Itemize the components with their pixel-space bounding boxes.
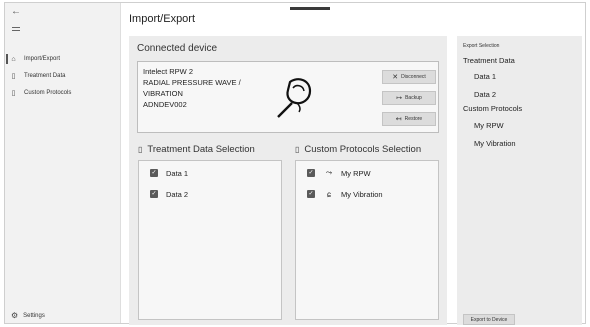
checkbox[interactable]: ✓ bbox=[307, 190, 315, 198]
page-title: Import/Export bbox=[129, 13, 196, 25]
treatment-selection-header: ▯ Treatment Data Selection bbox=[138, 144, 255, 155]
treatment-item-data-1[interactable]: ✓ Data 1 bbox=[150, 167, 188, 179]
checkbox[interactable]: ✓ bbox=[150, 169, 158, 177]
gear-icon: ⚙ bbox=[11, 311, 19, 320]
checkbox[interactable]: ✓ bbox=[307, 169, 315, 177]
export-treatment-item: Data 1 bbox=[474, 72, 497, 81]
device-type-line-2: VIBRATION bbox=[143, 89, 183, 98]
nav-item-label: Treatment Data bbox=[24, 73, 66, 79]
protocol-icon: ▯ bbox=[295, 145, 300, 154]
export-protocol-item: My Vibration bbox=[474, 139, 516, 148]
export-treatment-item: Data 2 bbox=[474, 90, 497, 99]
protocol-item-label: My RPW bbox=[341, 168, 371, 178]
title-bar-handle bbox=[290, 7, 330, 10]
nav-item-import-export[interactable]: ⌂ Import/Export bbox=[5, 52, 61, 66]
protocol-item-label: My Vibration bbox=[341, 189, 383, 199]
home-icon: ⌂ bbox=[11, 55, 16, 63]
device-name: Intelect RPW 2 bbox=[143, 67, 194, 76]
arrow-left-icon[interactable]: ← bbox=[11, 6, 21, 17]
nav-item-custom-protocols[interactable]: ▯ Custom Protocols bbox=[9, 86, 72, 100]
export-protocol-item: My RPW bbox=[474, 121, 504, 130]
protocols-selection-title: Custom Protocols Selection bbox=[304, 144, 422, 155]
treatment-item-data-2[interactable]: ✓ Data 2 bbox=[150, 188, 188, 200]
app-window: ← ⌂ Import/Export ▯ Treatment Data ▯ Cus… bbox=[4, 2, 586, 325]
treatment-selection-list: ✓ Data 1 ✓ Data 2 bbox=[138, 160, 282, 320]
arrow-left-from-bar-icon: ↤ bbox=[395, 116, 402, 123]
export-selection-caption: Export Selection bbox=[463, 43, 500, 49]
checkbox[interactable]: ✓ bbox=[150, 190, 158, 198]
treatment-selection-title: Treatment Data Selection bbox=[147, 144, 255, 155]
document-icon: ▯ bbox=[11, 73, 16, 80]
close-icon: ✕ bbox=[392, 74, 399, 81]
nav-item-settings[interactable]: ⚙ Settings bbox=[11, 311, 45, 320]
restore-button[interactable]: ↤ Restore bbox=[382, 112, 436, 126]
document-icon: ▯ bbox=[138, 145, 143, 154]
nav-item-label: Custom Protocols bbox=[24, 90, 72, 96]
treatment-item-label: Data 1 bbox=[166, 168, 189, 178]
rpw-applicator-icon: ⤳ bbox=[325, 168, 333, 177]
device-info: Intelect RPW 2 RADIAL PRESSURE WAVE / VI… bbox=[143, 66, 241, 110]
export-to-device-button[interactable]: Export to Device bbox=[463, 314, 515, 325]
side-nav: ← ⌂ Import/Export ▯ Treatment Data ▯ Cus… bbox=[5, 3, 121, 323]
protocol-item-my-rpw[interactable]: ✓ ⤳ My RPW bbox=[307, 167, 371, 179]
protocols-selection-header: ▯ Custom Protocols Selection bbox=[295, 144, 421, 155]
protocols-selection-list: ✓ ⤳ My RPW ✓ ɕ My Vibration bbox=[295, 160, 439, 320]
backup-button[interactable]: ↦ Backup bbox=[382, 91, 436, 105]
export-treatment-heading: Treatment Data bbox=[463, 56, 515, 65]
export-selection-panel: Export Selection Treatment Data Data 1 D… bbox=[457, 36, 582, 325]
backup-label: Backup bbox=[405, 95, 422, 101]
disconnect-button[interactable]: ✕ Disconnect bbox=[382, 70, 436, 84]
protocol-icon: ▯ bbox=[11, 90, 16, 97]
settings-label: Settings bbox=[23, 312, 45, 319]
nav-item-treatment-data[interactable]: ▯ Treatment Data bbox=[9, 69, 66, 83]
device-type-line-1: RADIAL PRESSURE WAVE / bbox=[143, 78, 241, 87]
restore-label: Restore bbox=[404, 116, 423, 122]
disconnect-label: Disconnect bbox=[401, 74, 426, 80]
nav-item-label: Import/Export bbox=[24, 56, 61, 62]
main-panel: Connected device Intelect RPW 2 RADIAL P… bbox=[129, 36, 447, 325]
hamburger-icon[interactable] bbox=[12, 27, 20, 33]
vibration-applicator-icon: ɕ bbox=[327, 189, 331, 199]
device-serial: ADNDEV002 bbox=[143, 100, 187, 109]
device-applicator-icon bbox=[277, 78, 312, 118]
connected-device-title: Connected device bbox=[137, 43, 218, 54]
export-protocols-heading: Custom Protocols bbox=[463, 104, 523, 113]
protocol-item-my-vibration[interactable]: ✓ ɕ My Vibration bbox=[307, 188, 383, 200]
device-card: Intelect RPW 2 RADIAL PRESSURE WAVE / VI… bbox=[137, 61, 439, 133]
treatment-item-label: Data 2 bbox=[166, 189, 189, 199]
arrow-right-to-bar-icon: ↦ bbox=[396, 95, 403, 102]
